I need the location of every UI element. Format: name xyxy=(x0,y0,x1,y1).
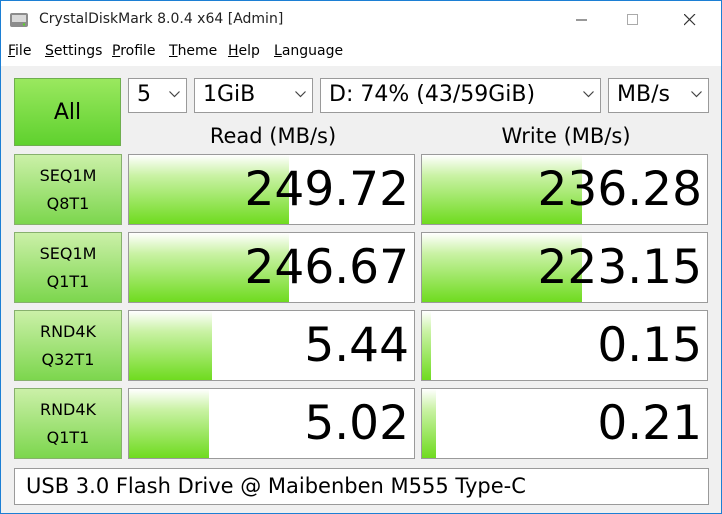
write-value: 0.21 xyxy=(597,396,702,451)
minimize-button[interactable] xyxy=(559,1,605,39)
comment-field[interactable]: USB 3.0 Flash Drive @ Maibenben M555 Typ… xyxy=(14,468,709,505)
test-name-line1: RND4K xyxy=(39,399,97,419)
test-size-value: 1GiB xyxy=(203,82,256,107)
test-count-value: 5 xyxy=(137,82,151,107)
test-name-line2: Q32T1 xyxy=(41,349,95,369)
comment-text: USB 3.0 Flash Drive @ Maibenben M555 Typ… xyxy=(26,474,526,498)
write-bar xyxy=(422,311,431,380)
test-name-line2: Q1T1 xyxy=(46,427,90,447)
test-name-line2: Q1T1 xyxy=(46,271,90,291)
minimize-icon xyxy=(576,19,587,21)
chevron-down-icon xyxy=(583,91,594,98)
read-result-rnd4k-q1t1: 5.02 xyxy=(128,388,415,459)
drive-select[interactable]: D: 74% (43/59GiB) xyxy=(320,78,601,113)
menu-bar: File Settings Profile Theme Help Languag… xyxy=(1,39,721,65)
write-column-header: Write (MB/s) xyxy=(501,124,631,148)
read-bar xyxy=(129,311,212,380)
read-result-seq1m-q1t1: 246.67 xyxy=(128,232,415,303)
write-bar xyxy=(422,389,437,458)
read-value: 5.02 xyxy=(304,396,409,451)
test-size-select[interactable]: 1GiB xyxy=(194,78,313,113)
read-result-rnd4k-q32t1: 5.44 xyxy=(128,310,415,381)
menu-help[interactable]: Help xyxy=(228,43,260,59)
write-value: 223.15 xyxy=(537,240,702,295)
test-name-line2: Q8T1 xyxy=(46,193,90,213)
read-bar xyxy=(129,389,209,458)
menu-file[interactable]: File xyxy=(8,43,31,59)
unit-select[interactable]: MB/s xyxy=(608,78,709,113)
write-result-seq1m-q1t1: 223.15 xyxy=(421,232,708,303)
unit-value: MB/s xyxy=(617,82,670,107)
read-value: 5.44 xyxy=(304,318,409,373)
app-window: CrystalDiskMark 8.0.4 x64 [Admin] File S… xyxy=(0,0,722,514)
menu-language[interactable]: Language xyxy=(274,43,343,59)
read-value: 246.67 xyxy=(244,240,409,295)
write-value: 236.28 xyxy=(537,162,702,217)
test-button-rnd4k-q1t1[interactable]: RND4K Q1T1 xyxy=(14,388,122,459)
test-button-seq1m-q1t1[interactable]: SEQ1M Q1T1 xyxy=(14,232,122,303)
read-column-header: Read (MB/s) xyxy=(209,124,337,148)
test-button-rnd4k-q32t1[interactable]: RND4K Q32T1 xyxy=(14,310,122,381)
test-button-seq1m-q8t1[interactable]: SEQ1M Q8T1 xyxy=(14,154,122,225)
window-title: CrystalDiskMark 8.0.4 x64 [Admin] xyxy=(39,11,284,27)
read-result-seq1m-q8t1: 249.72 xyxy=(128,154,415,225)
app-disk-icon xyxy=(10,13,28,27)
drive-value: D: 74% (43/59GiB) xyxy=(329,82,536,107)
maximize-button[interactable] xyxy=(610,1,656,39)
maximize-icon xyxy=(627,14,638,25)
chevron-down-icon xyxy=(169,91,180,98)
write-result-rnd4k-q32t1: 0.15 xyxy=(421,310,708,381)
title-bar[interactable]: CrystalDiskMark 8.0.4 x64 [Admin] xyxy=(1,1,721,39)
chevron-down-icon xyxy=(295,91,306,98)
read-value: 249.72 xyxy=(244,162,409,217)
menu-theme[interactable]: Theme xyxy=(169,43,217,59)
test-name-line1: SEQ1M xyxy=(39,165,97,185)
write-result-rnd4k-q1t1: 0.21 xyxy=(421,388,708,459)
run-all-button[interactable]: All xyxy=(14,78,121,146)
write-value: 0.15 xyxy=(597,318,702,373)
close-button[interactable] xyxy=(667,1,713,39)
test-name-line1: RND4K xyxy=(39,321,97,341)
close-icon xyxy=(684,14,696,26)
menu-settings[interactable]: Settings xyxy=(45,43,102,59)
test-name-line1: SEQ1M xyxy=(39,243,97,263)
menu-profile[interactable]: Profile xyxy=(112,43,156,59)
chevron-down-icon xyxy=(691,91,702,98)
write-result-seq1m-q8t1: 236.28 xyxy=(421,154,708,225)
test-count-select[interactable]: 5 xyxy=(128,78,187,113)
